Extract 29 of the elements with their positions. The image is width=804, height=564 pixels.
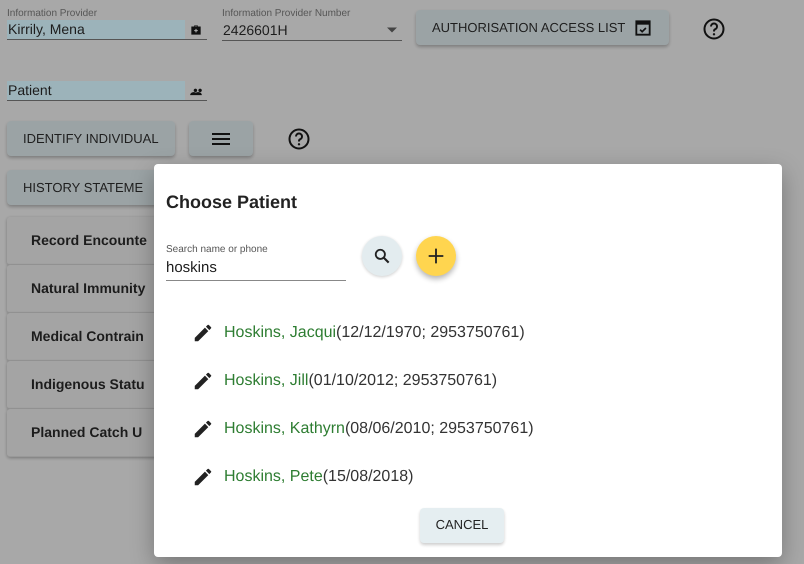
add-button[interactable] [416, 236, 456, 276]
patient-link[interactable]: Hoskins, Jacqui [224, 324, 336, 341]
field-label: Information Provider [7, 7, 98, 20]
field-value: 2426601H [222, 20, 289, 40]
identify-individual-button[interactable]: IDENTIFY INDIVIDUAL [7, 121, 175, 156]
field-label: Search name or phone [166, 242, 269, 256]
patient-details: (01/10/2012; 2953750761) [308, 372, 498, 389]
patient-link[interactable]: Hoskins, Jill [224, 372, 308, 389]
patient-details: (12/12/1970; 2953750761) [336, 324, 525, 341]
field-value: Patient [7, 81, 185, 100]
help-icon[interactable] [702, 17, 726, 41]
briefcase-icon [189, 22, 203, 36]
provider-field[interactable]: Information Provider Kirrily, Mena [7, 7, 207, 40]
help-icon[interactable] [286, 126, 311, 150]
field-label: Information Provider Number [222, 7, 352, 20]
cancel-button[interactable]: CANCEL [420, 508, 504, 543]
patient-field[interactable]: Patient [7, 81, 207, 101]
authorisation-access-list-button[interactable]: AUTHORISATION ACCESS LIST [416, 10, 670, 45]
menu-button[interactable] [188, 121, 253, 156]
search-button[interactable] [362, 236, 402, 276]
search-field[interactable]: Search name or phone hoskins [166, 242, 346, 281]
patient-link[interactable]: Hoskins, Pete [224, 468, 323, 485]
patient-details: (15/08/2018) [322, 468, 414, 485]
field-value: Kirrily, Mena [7, 20, 185, 39]
provider-number-select[interactable]: Information Provider Number 2426601H [222, 7, 402, 41]
field-value: hoskins [166, 258, 218, 278]
calendar-check-icon [633, 18, 654, 38]
patient-link[interactable]: Hoskins, Kathyrn [224, 420, 345, 437]
patient-details: (08/06/2010; 2953750761) [344, 420, 534, 437]
